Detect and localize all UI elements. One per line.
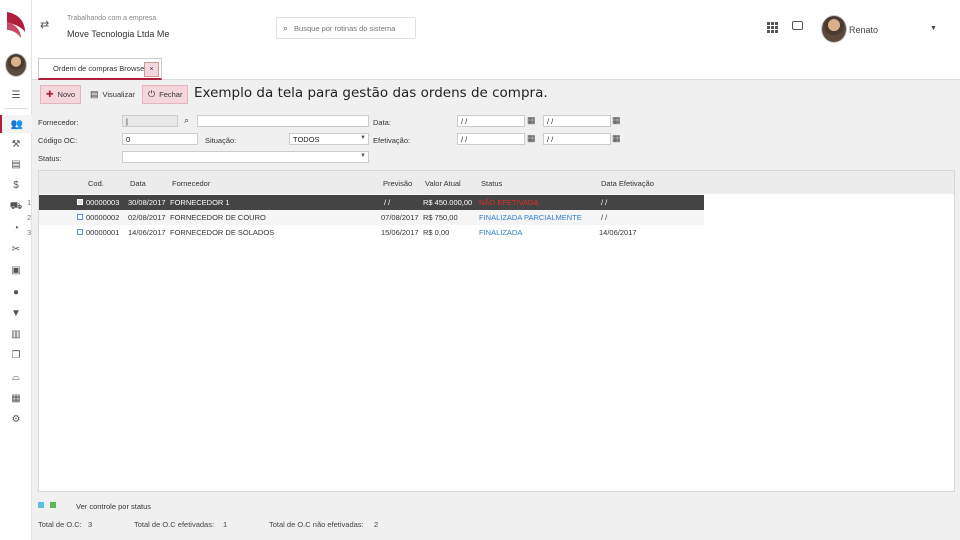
not-effective-total-value: 2 xyxy=(374,520,379,529)
orders-grid: Cod. Data Fornecedor Previsão Valor Atua… xyxy=(27,170,955,492)
row-checkbox[interactable] xyxy=(77,229,83,235)
search-box[interactable]: ⌕ xyxy=(276,17,416,39)
calendar-icon[interactable]: ▦ xyxy=(527,115,536,126)
annotation-note: Exemplo da tela para gestão das ordens d… xyxy=(194,85,548,101)
new-button[interactable]: ✚ Novo xyxy=(40,85,82,104)
status-badge: NÃO EFETIVADA xyxy=(479,198,539,207)
calendar-icon[interactable]: ▦ xyxy=(527,133,536,144)
search-icon: ⌕ xyxy=(283,22,289,33)
search-input[interactable] xyxy=(294,23,405,33)
menu-icon[interactable]: ☰ xyxy=(0,86,32,104)
bar-chart-icon[interactable]: ▥ xyxy=(0,325,32,343)
chevron-down-icon: ▼ xyxy=(360,135,366,141)
status-badge: FINALIZADA PARCIALMENTE xyxy=(479,213,582,222)
total-value: 3 xyxy=(88,520,93,529)
chat-icon[interactable] xyxy=(792,21,803,30)
id-card-icon[interactable]: ▣ xyxy=(0,261,32,279)
plus-icon: ✚ xyxy=(46,89,54,99)
power-icon: ⏻ xyxy=(148,89,156,99)
situation-label: Situação: xyxy=(205,136,237,145)
calculator-icon[interactable]: ▤ xyxy=(0,155,32,173)
users-icon[interactable]: 👥 xyxy=(0,115,32,133)
company-switch-icon[interactable]: ⇄ xyxy=(40,18,49,31)
situation-select[interactable]: TODOS ▼ xyxy=(289,133,369,145)
status-label: Status: xyxy=(38,154,62,163)
printer-icon: ▤ xyxy=(90,89,99,99)
chevron-down-icon[interactable]: ▼ xyxy=(930,25,937,32)
search-icon[interactable]: ⌕ xyxy=(184,115,189,126)
effective-total-value: 1 xyxy=(223,520,228,529)
effective-total-label: Total de O.C efetivadas: xyxy=(134,520,215,529)
row-checkbox[interactable] xyxy=(77,214,83,220)
legend-swatch xyxy=(50,502,56,508)
user-avatar[interactable] xyxy=(821,15,847,43)
settings-icon[interactable]: ⚙ xyxy=(0,410,32,428)
table-row[interactable]: 1 00000003 30/08/2017 FORNECEDOR 1 / / R… xyxy=(27,195,704,210)
top-header: ⇄ Trabalhando com a empresa Move Tecnolo… xyxy=(32,0,960,52)
user-name[interactable]: Renato xyxy=(849,25,878,35)
column-header[interactable]: Cod. xyxy=(88,179,104,188)
legend-swatch xyxy=(38,502,44,508)
column-header[interactable]: Previsão xyxy=(383,179,412,188)
tab-ordem-compras[interactable]: Ordem de compras Browser × xyxy=(38,58,162,80)
date-to-input[interactable]: / / xyxy=(543,115,611,127)
effective-label: Efetivação: xyxy=(373,136,411,145)
apps-icon[interactable]: ▦ xyxy=(0,389,32,407)
column-header[interactable]: Data xyxy=(130,179,146,188)
column-header[interactable]: Fornecedor xyxy=(172,179,210,188)
table-row[interactable]: 3 00000001 14/06/2017 FORNECEDOR DE SOLA… xyxy=(27,225,704,240)
chevron-down-icon: ▼ xyxy=(360,153,366,159)
rail-avatar[interactable] xyxy=(5,53,27,77)
left-rail: ☰ 👥 ⚒ ▤ $ ⛟ ◔ ✂ ▣ ● ▼ ▥ ❐ ⌓ ▦ ⚙ xyxy=(0,0,32,540)
status-legend-link[interactable]: Ver controle por status xyxy=(76,502,151,511)
company-name[interactable]: Move Tecnologia Ltda Me xyxy=(67,29,169,39)
coins-icon[interactable]: ● xyxy=(0,283,32,301)
view-button[interactable]: ▤ Visualizar xyxy=(84,85,141,104)
shoe-icon[interactable]: ⌓ xyxy=(0,368,32,386)
grid-header: Cod. Data Fornecedor Previsão Valor Atua… xyxy=(39,171,954,194)
tab-strip: Ordem de compras Browser × xyxy=(32,52,960,80)
date-from-input[interactable]: / / xyxy=(457,115,525,127)
tools-icon[interactable]: ⚒ xyxy=(0,135,32,153)
tab-label: Ordem de compras Browser xyxy=(53,64,147,73)
apps-grid-icon[interactable] xyxy=(767,22,778,33)
column-header[interactable]: Status xyxy=(481,179,502,188)
row-checkbox[interactable] xyxy=(77,199,83,205)
total-label: Total de O.C: xyxy=(38,520,82,529)
calendar-icon[interactable]: ▦ xyxy=(612,115,621,126)
filter-icon[interactable]: ▼ xyxy=(0,304,32,322)
effective-from-input[interactable]: / / xyxy=(457,133,525,145)
brand-logo-icon xyxy=(7,12,25,38)
not-effective-total-label: Total de O.C não efetivadas: xyxy=(269,520,364,529)
effective-to-input[interactable]: / / xyxy=(543,133,611,145)
oc-code-input[interactable]: 0 xyxy=(122,133,198,145)
date-label: Data: xyxy=(373,118,391,127)
supplier-label: Fornecedor: xyxy=(38,118,79,127)
table-row[interactable]: 2 00000002 02/08/2017 FORNECEDOR DE COUR… xyxy=(27,210,704,225)
column-header[interactable]: Valor Atual xyxy=(425,179,461,188)
column-header[interactable]: Data Efetivação xyxy=(601,179,654,188)
supplier-code-input[interactable]: | xyxy=(122,115,178,127)
company-caption: Trabalhando com a empresa xyxy=(67,15,157,22)
status-badge: FINALIZADA xyxy=(479,228,523,237)
supplier-name-input[interactable] xyxy=(197,115,369,127)
documents-icon[interactable]: ❐ xyxy=(0,346,32,364)
oc-code-label: Código OC: xyxy=(38,136,78,145)
content-area: ✚ Novo ▤ Visualizar ⏻ Fechar Exemplo da … xyxy=(27,80,960,540)
close-icon[interactable]: × xyxy=(144,62,159,77)
calendar-icon[interactable]: ▦ xyxy=(612,133,621,144)
status-select[interactable]: ▼ xyxy=(122,151,369,163)
scissors-icon[interactable]: ✂ xyxy=(0,240,32,258)
close-button[interactable]: ⏻ Fechar xyxy=(142,85,189,104)
dollar-icon[interactable]: $ xyxy=(0,176,32,194)
